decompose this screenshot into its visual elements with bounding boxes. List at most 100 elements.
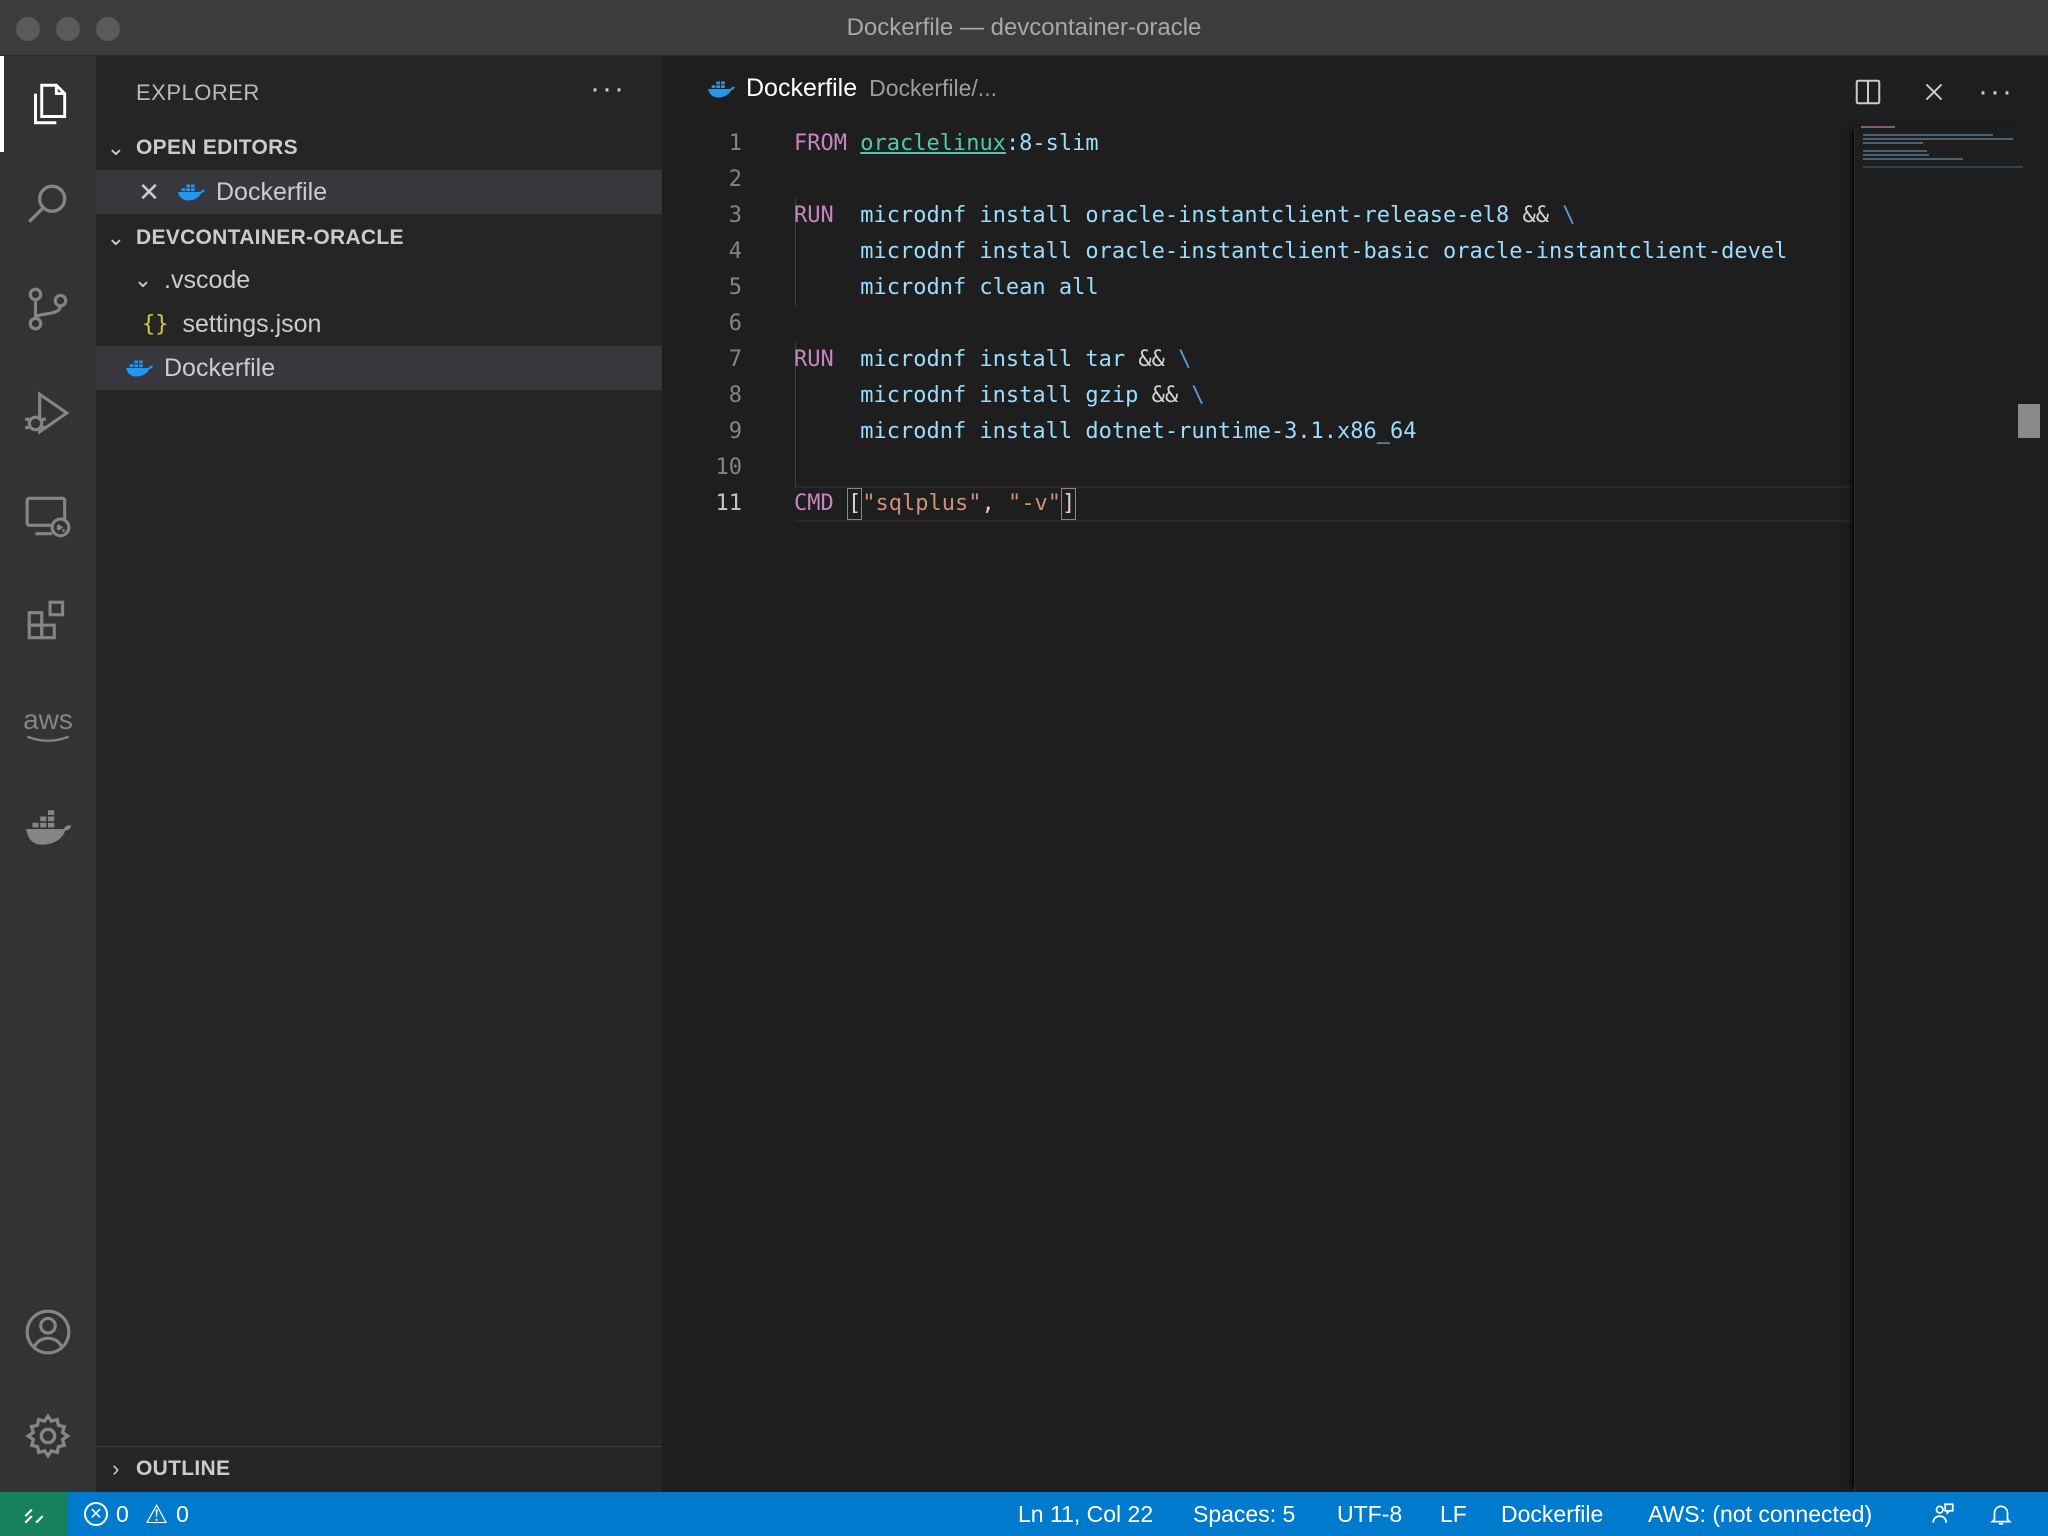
operator: && xyxy=(1522,203,1550,228)
string: "-v" xyxy=(1007,491,1061,516)
outline-header: › OUTLINE xyxy=(96,1447,662,1491)
operator: && xyxy=(1138,347,1165,372)
outline-section[interactable]: › OUTLINE xyxy=(96,1446,662,1492)
source-control-icon[interactable] xyxy=(0,261,96,357)
docker-file-icon xyxy=(707,81,736,97)
line-continuation: \ xyxy=(1549,203,1576,228)
chevron-down-icon: ⌄ xyxy=(106,225,126,250)
close-icon[interactable]: ✕ xyxy=(134,177,164,208)
docker-file-icon xyxy=(177,184,206,201)
line-number: 7 xyxy=(728,347,742,372)
close-bracket: ] xyxy=(1060,488,1077,520)
json-file-icon: {} xyxy=(142,311,169,337)
explorer-sidebar: EXPLORER ··· ⌄ OPEN EDITORS ✕ Dockerfile… xyxy=(96,56,662,1492)
accounts-icon[interactable] xyxy=(0,1284,96,1380)
code-line-11: CMD ["sqlplus", "-v"] xyxy=(794,486,1077,522)
code-line-7: RUN microdnf install tar && \ xyxy=(794,342,1191,378)
file-label: Dockerfile xyxy=(164,353,276,382)
close-editor-icon[interactable] xyxy=(1916,74,1952,110)
file-label: settings.json xyxy=(182,309,322,338)
feedback-icon[interactable] xyxy=(1930,1492,1956,1536)
line-number: 4 xyxy=(728,239,742,264)
open-editor-item-dockerfile[interactable]: ✕ Dockerfile xyxy=(96,170,662,214)
workspace-title: DEVCONTAINER-ORACLE xyxy=(136,226,404,249)
line-number: 9 xyxy=(728,419,742,444)
error-icon: ✕ xyxy=(84,1502,108,1526)
current-line-number: 11 xyxy=(715,491,743,516)
keyword: RUN xyxy=(794,347,834,372)
code-editor[interactable]: 1 2 3 4 5 6 7 8 9 10 11 FROM oraclelinux… xyxy=(662,126,2048,1492)
minimap-line xyxy=(1861,126,1895,128)
code-lines: FROM oraclelinux:8-slim RUN microdnf ins… xyxy=(794,126,1894,546)
indentation-indicator[interactable]: Spaces: 5 xyxy=(1193,1492,1295,1536)
eol-indicator[interactable]: LF xyxy=(1440,1492,1467,1536)
editor-more-actions-icon[interactable]: ··· xyxy=(1978,74,2014,110)
chevron-right-icon: › xyxy=(112,1456,120,1481)
minimap-line xyxy=(1863,166,2023,168)
cursor-position[interactable]: Ln 11, Col 22 xyxy=(1018,1492,1153,1536)
line-continuation: \ xyxy=(1164,347,1192,372)
open-editors-title: OPEN EDITORS xyxy=(136,136,298,159)
minimap-line xyxy=(1863,138,2013,140)
settings-gear-icon[interactable] xyxy=(0,1388,96,1484)
line-number: 5 xyxy=(728,275,742,300)
open-bracket: [ xyxy=(847,488,863,520)
folder-vscode[interactable]: ⌄ .vscode xyxy=(96,258,662,302)
keyword: CMD xyxy=(794,491,834,516)
explorer-icon[interactable] xyxy=(0,56,96,152)
encoding-indicator[interactable]: UTF-8 xyxy=(1337,1492,1402,1536)
code-text: microdnf install tar xyxy=(833,347,1139,372)
notifications-bell-icon[interactable] xyxy=(1988,1492,2014,1536)
code-line-1: FROM oraclelinux:8-slim xyxy=(794,126,1099,162)
minimap-line xyxy=(1863,154,1929,156)
line-number: 10 xyxy=(715,455,743,480)
aws-icon[interactable]: aws xyxy=(0,677,96,773)
tab-label: Dockerfile xyxy=(746,74,858,102)
code-line-8: microdnf install gzip && \ xyxy=(794,378,1205,414)
language-mode-indicator[interactable]: Dockerfile xyxy=(1501,1492,1603,1536)
string: "sqlplus" xyxy=(862,491,982,516)
search-icon[interactable] xyxy=(0,157,96,253)
code-line-3: RUN microdnf install oracle-instantclien… xyxy=(794,198,1576,234)
aws-label: aws xyxy=(23,704,73,735)
folder-label: .vscode xyxy=(164,265,251,294)
remote-explorer-icon[interactable] xyxy=(0,469,96,565)
docker-icon[interactable] xyxy=(0,781,96,877)
line-continuation: \ xyxy=(1178,383,1205,408)
run-debug-icon[interactable] xyxy=(0,365,96,461)
minimap-line xyxy=(1863,158,1963,160)
code-text: microdnf install dotnet-runtime-3.1.x86_… xyxy=(794,419,1417,444)
split-editor-icon[interactable] xyxy=(1850,74,1886,110)
aws-connection-indicator[interactable]: AWS: (not connected) xyxy=(1648,1492,1872,1536)
image-tag: :8-slim xyxy=(1005,131,1099,156)
code-text: microdnf install gzip xyxy=(794,383,1152,408)
overview-ruler-cursor-mark xyxy=(2018,404,2040,438)
workspace-section[interactable]: ⌄ DEVCONTAINER-ORACLE xyxy=(96,216,662,260)
warning-count: 0 xyxy=(176,1500,189,1527)
code-line-4: microdnf install oracle-instantclient-ba… xyxy=(794,234,1787,270)
comma: , xyxy=(981,491,1008,516)
keyword: FROM xyxy=(794,131,847,156)
status-bar: ✕ 0 ⚠ 0 Ln 11, Col 22 Spaces: 5 UTF-8 LF… xyxy=(0,1492,2048,1536)
file-dockerfile[interactable]: Dockerfile xyxy=(96,346,662,390)
open-editor-label: Dockerfile xyxy=(216,177,328,206)
minimap-line xyxy=(1863,150,1927,152)
editor-tab-bar: Dockerfile Dockerfile/... ··· xyxy=(662,56,2048,126)
problems-indicator[interactable]: ✕ 0 ⚠ 0 xyxy=(84,1492,189,1536)
line-number: 6 xyxy=(728,311,742,336)
outline-title: OUTLINE xyxy=(136,1457,231,1480)
minimap-line xyxy=(1863,142,1923,144)
code-text: microdnf clean all xyxy=(794,275,1099,300)
file-settings-json[interactable]: {} settings.json xyxy=(96,302,662,346)
sidebar-more-actions-button[interactable]: ··· xyxy=(590,72,626,106)
extensions-icon[interactable] xyxy=(0,573,96,669)
minimap[interactable] xyxy=(1854,126,2023,1492)
line-number: 3 xyxy=(728,203,742,228)
open-editors-section[interactable]: ⌄ OPEN EDITORS xyxy=(96,126,662,170)
tab-dockerfile[interactable]: Dockerfile Dockerfile/... xyxy=(706,74,997,103)
activity-bar: aws xyxy=(0,56,96,1492)
tab-description: Dockerfile/... xyxy=(869,75,997,101)
image-name-link[interactable]: oraclelinux xyxy=(860,131,1006,156)
docker-file-icon xyxy=(125,360,154,377)
remote-indicator-button[interactable] xyxy=(0,1492,68,1536)
